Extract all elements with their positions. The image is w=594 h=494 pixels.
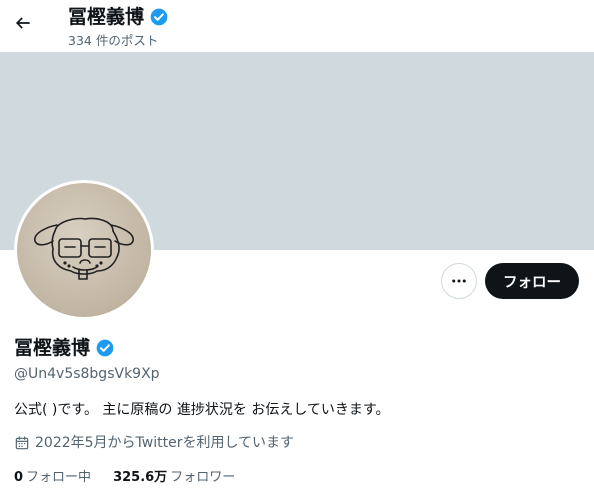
following-label: フォロー中 <box>26 470 92 485</box>
join-date-text: 2022年5月からTwitterを利用しています <box>35 435 295 451</box>
header-title: 冨樫義博 <box>68 5 169 29</box>
profile-handle: @Un4v5s8bgsVk9Xp <box>14 366 160 382</box>
post-count: 334 件のポスト <box>68 33 159 48</box>
followers-label: フォロワー <box>170 470 236 485</box>
profile-display-name: 冨樫義博 <box>14 336 115 360</box>
profile-name-text: 冨樫義博 <box>14 337 91 359</box>
following-link[interactable]: 0 フォロー中 <box>14 469 91 487</box>
followers-link[interactable]: 325.6万 フォロワー <box>113 469 235 487</box>
join-date: 2022年5月からTwitterを利用しています <box>14 434 294 452</box>
verified-badge-icon[interactable] <box>149 7 169 27</box>
profile-bio: 公式( )です。 主に原稿の 進捗状況を お伝えしていきます。 <box>14 402 390 418</box>
avatar[interactable] <box>14 180 154 320</box>
follow-button[interactable]: フォロー <box>485 263 579 299</box>
header-name-text: 冨樫義博 <box>68 6 145 28</box>
more-dots-icon <box>452 279 466 283</box>
followers-count: 325.6万 <box>113 470 168 485</box>
following-count: 0 <box>14 470 24 485</box>
avatar-image <box>17 183 151 317</box>
follow-stats: 0 フォロー中 325.6万 フォロワー <box>14 469 235 487</box>
more-options-button[interactable] <box>441 263 477 299</box>
calendar-icon <box>15 436 29 450</box>
back-arrow-icon <box>15 17 30 29</box>
verified-badge-icon[interactable] <box>95 338 115 358</box>
back-button[interactable] <box>8 8 38 38</box>
top-bar: 冨樫義博 334 件のポスト <box>0 0 594 52</box>
profile-page: 冨樫義博 334 件のポスト フォロー 冨樫義博 @Un4v5s8bgsVk9X… <box>0 0 594 494</box>
